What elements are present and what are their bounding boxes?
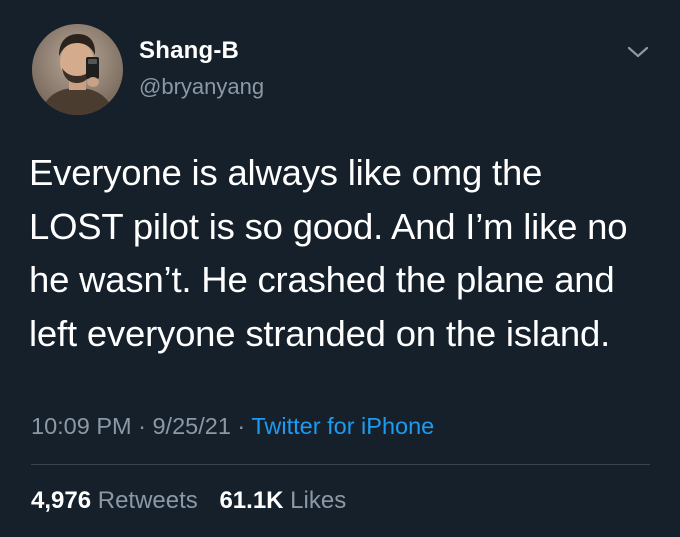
likes-count: 61.1K — [219, 487, 284, 514]
tweet-text: Everyone is always like omg the LOST pil… — [29, 146, 659, 360]
user-handle[interactable]: @bryanyang — [139, 74, 264, 100]
meta-separator: · — [237, 413, 246, 439]
divider — [31, 464, 650, 465]
chevron-down-icon[interactable] — [626, 44, 650, 60]
likes-label: Likes — [290, 487, 347, 514]
tweet-card: Shang-B @bryanyang Everyone is always li… — [0, 0, 680, 537]
retweets-count: 4,976 — [31, 487, 92, 514]
tweet-text-line: LOST pilot is so good. And I’m like no — [29, 205, 628, 247]
likes-stat[interactable]: 61.1K Likes — [219, 487, 346, 514]
tweet-source-link[interactable]: Twitter for iPhone — [251, 413, 434, 439]
tweet-date[interactable]: 9/25/21 — [152, 413, 230, 439]
meta-separator: · — [138, 413, 146, 439]
tweet-meta: 10:09 PM · 9/25/21 · Twitter for iPhone — [31, 411, 434, 441]
tweet-time[interactable]: 10:09 PM — [31, 413, 132, 439]
display-name[interactable]: Shang-B — [139, 37, 239, 65]
avatar-image — [32, 24, 123, 115]
avatar[interactable] — [32, 24, 123, 115]
tweet-text-line: left everyone stranded on the island. — [29, 312, 611, 354]
tweet-stats: 4,976 Retweets 61.1K Likes — [31, 486, 361, 516]
tweet-text-line: Everyone is always like omg the — [29, 152, 543, 193]
tweet-text-line: he wasn’t. He crashed the plane and — [29, 259, 615, 300]
retweets-label: Retweets — [97, 487, 198, 514]
retweets-stat[interactable]: 4,976 Retweets — [31, 487, 198, 514]
